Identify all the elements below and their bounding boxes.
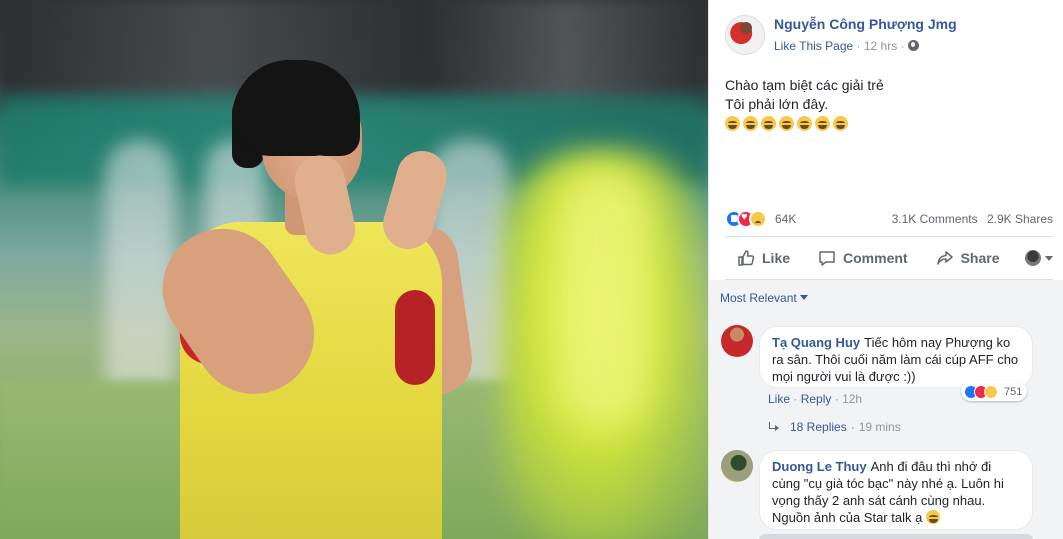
meta-separator: · xyxy=(856,39,861,53)
comment-reactions[interactable]: 751 xyxy=(961,381,1028,401)
post-stats: 64K 3.1K Comments 2.9K Shares xyxy=(725,210,1053,228)
photo-player-hand xyxy=(290,150,360,260)
comment-button[interactable]: Comment xyxy=(818,249,908,267)
sad-reaction-icon xyxy=(749,210,767,228)
post-text-line: Tôi phải lớn đây. xyxy=(725,96,829,112)
reaction-count[interactable]: 64K xyxy=(775,212,796,226)
globe-icon[interactable] xyxy=(907,40,919,51)
comment-sort-dropdown[interactable]: Most Relevant xyxy=(720,291,808,305)
emoji-row xyxy=(725,116,884,131)
laughing-crying-emoji-icon xyxy=(815,116,830,131)
replies-count: 18 Replies xyxy=(790,420,847,434)
comment-label: Comment xyxy=(843,250,908,266)
chevron-down-icon xyxy=(799,295,808,300)
chevron-down-icon xyxy=(1045,255,1053,261)
post-actions: Like Comment Share xyxy=(725,242,1053,274)
photo-player-hands xyxy=(290,145,453,260)
laughing-crying-emoji-icon xyxy=(725,116,740,131)
post-photo[interactable] xyxy=(0,0,708,539)
identity-chooser[interactable] xyxy=(1025,250,1053,266)
comment-like-link[interactable]: Like xyxy=(768,392,790,406)
thumbs-up-icon xyxy=(738,250,755,266)
comment-reply-link[interactable]: Reply xyxy=(801,392,832,406)
comment-text: Nguồn ảnh của Star talk ạ xyxy=(772,510,923,525)
laughing-crying-emoji-icon xyxy=(833,116,848,131)
post-meta: Like This Page · 12 hrs · xyxy=(774,39,919,53)
laughing-crying-emoji-icon xyxy=(797,116,812,131)
laughing-crying-emoji-icon xyxy=(761,116,776,131)
share-icon xyxy=(936,251,953,265)
comment-bubble: Duong Le Thuy Anh đi đâu thì nhớ đi cùng … xyxy=(759,450,1033,530)
commenter-name[interactable]: Duong Le Thuy xyxy=(772,459,867,474)
engagement-stats: 3.1K Comments 2.9K Shares xyxy=(886,212,1053,226)
share-label: Share xyxy=(960,250,1000,266)
post-time[interactable]: 12 hrs xyxy=(864,39,897,53)
replies-time: 19 mins xyxy=(858,420,901,434)
shares-count[interactable]: 2.9K Shares xyxy=(987,212,1053,226)
comment-sort-label: Most Relevant xyxy=(720,291,797,305)
comments-section: Most Relevant Tạ Quang Huy Tiếc hôm nay P… xyxy=(709,280,1063,539)
photo-player-hand xyxy=(377,145,453,255)
like-button[interactable]: Like xyxy=(737,249,790,267)
post-panel: Nguyễn Công Phượng Jmg Like This Page · … xyxy=(708,0,1063,539)
divider xyxy=(725,236,1053,237)
reply-arrow-icon xyxy=(768,422,780,432)
page-avatar-figure xyxy=(740,22,752,34)
share-button[interactable]: Share xyxy=(936,249,1000,267)
page-avatar[interactable] xyxy=(725,15,765,55)
laughing-crying-emoji-icon xyxy=(743,116,758,131)
separator: · xyxy=(850,420,855,434)
post-text: Chào tạm biệt các giải trẻ Tôi phải lớn … xyxy=(725,76,884,131)
commenter-avatar[interactable] xyxy=(721,450,753,482)
separator: · xyxy=(834,392,839,406)
post-author[interactable]: Nguyễn Công Phượng Jmg xyxy=(774,16,957,32)
user-avatar-icon xyxy=(1025,250,1041,266)
commenter-avatar[interactable] xyxy=(721,325,753,357)
photo-player-sleeve xyxy=(395,290,435,385)
laughing-crying-emoji-icon xyxy=(779,116,794,131)
photo-foreground-blur xyxy=(560,170,650,430)
comment-icon xyxy=(819,251,835,266)
sad-reaction-icon xyxy=(984,384,998,399)
comments-count[interactable]: 3.1K Comments xyxy=(892,212,978,226)
commenter-name[interactable]: Tạ Quang Huy xyxy=(772,335,860,350)
separator: · xyxy=(793,392,798,406)
like-label: Like xyxy=(762,250,791,266)
photo-player-hair xyxy=(232,60,360,156)
comment-bubble: Tạ Quang Huy Tiếc hôm nay Phượng ko ra sâ… xyxy=(759,326,1033,388)
meta-separator: · xyxy=(900,39,905,53)
comment-time[interactable]: 12h xyxy=(842,392,862,406)
comment-actions: Like · Reply · 12h xyxy=(768,392,862,406)
comment-reaction-count: 751 xyxy=(1004,385,1023,398)
next-comment-preview xyxy=(759,534,1033,539)
laughing-crying-emoji-icon xyxy=(925,510,940,524)
post-text-line: Chào tạm biệt các giải trẻ xyxy=(725,77,884,93)
view-replies-link[interactable]: 18 Replies · 19 mins xyxy=(768,420,901,434)
like-page-link[interactable]: Like This Page xyxy=(774,39,853,53)
